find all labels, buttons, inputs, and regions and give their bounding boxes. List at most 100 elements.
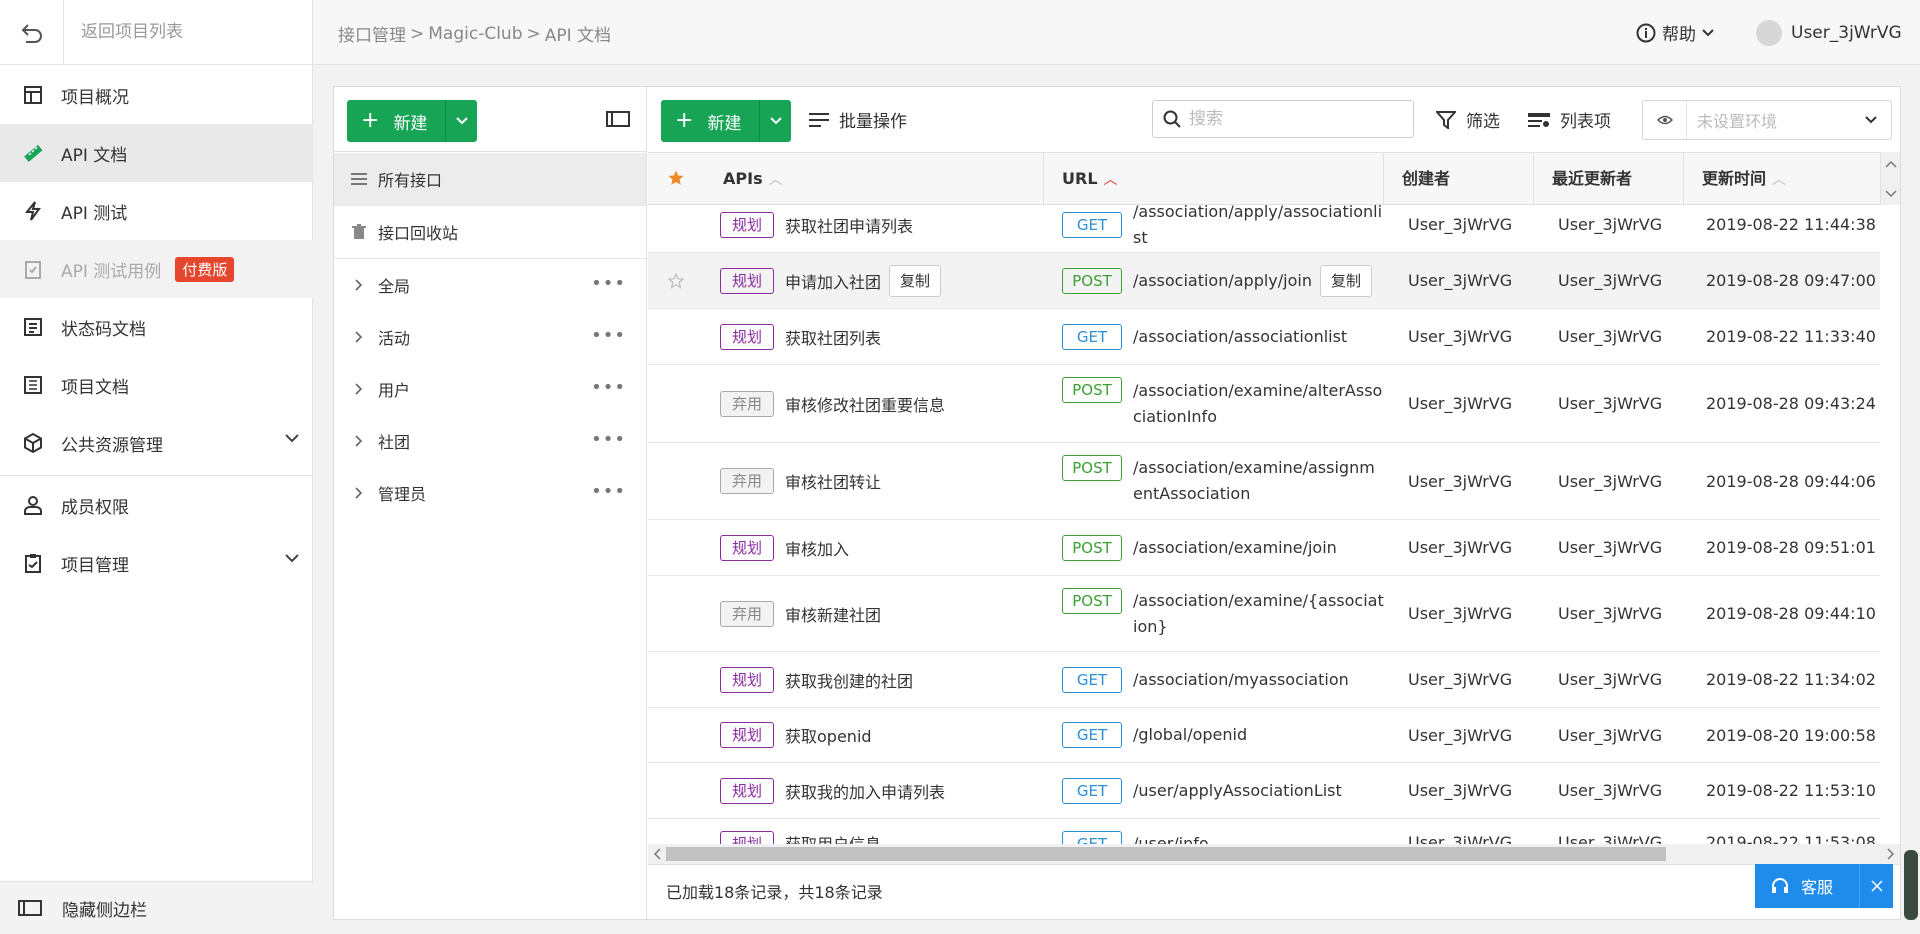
help-menu[interactable]: 帮助 bbox=[1636, 20, 1714, 45]
list-new-dropdown[interactable] bbox=[759, 100, 791, 142]
nav-item-project-docs[interactable]: 项目文档 bbox=[0, 356, 313, 414]
url-cell: GET /user/info bbox=[1062, 819, 1384, 845]
table-row[interactable]: 规划 获取我的加入申请列表 GET /user/applyAssociation… bbox=[648, 763, 1880, 819]
favorite-toggle[interactable] bbox=[668, 253, 698, 308]
url-column-header[interactable]: URL ︿ bbox=[1044, 153, 1384, 204]
customer-service-label: 客服 bbox=[1801, 878, 1834, 897]
tree-new-button[interactable]: + 新建 bbox=[347, 100, 478, 142]
tree-group-activity[interactable]: 活动 ••• bbox=[334, 311, 646, 363]
user-menu[interactable]: User_3jWrVG bbox=[1756, 20, 1902, 46]
search-input[interactable] bbox=[1189, 109, 1389, 129]
table-row[interactable]: 弃用 审核新建社团 POST /association/examine/{ass… bbox=[648, 576, 1880, 652]
plus-icon: + bbox=[361, 108, 380, 133]
api-name[interactable]: 审核修改社团重要信息 bbox=[785, 392, 945, 416]
nav-item-overview[interactable]: 项目概况 bbox=[0, 66, 313, 124]
list-new-main[interactable]: + 新建 bbox=[661, 100, 759, 142]
table-row[interactable]: 规划 申请加入社团 复制 POST /association/apply/joi… bbox=[648, 253, 1880, 309]
creator-cell: User_3jWrVG bbox=[1408, 471, 1513, 491]
chevron-right-icon bbox=[350, 279, 368, 291]
list-new-button[interactable]: + 新建 bbox=[661, 100, 792, 142]
nav-item-project-management[interactable]: 项目管理 bbox=[0, 534, 313, 592]
tree-group-admin[interactable]: 管理员 ••• bbox=[334, 467, 646, 519]
breadcrumb-item[interactable]: Magic-Club bbox=[428, 24, 522, 44]
scroll-left-icon bbox=[653, 848, 661, 860]
sidebar: 返回项目列表 项目概况 API 文档 API 测试 API 测试用例 付费版 状… bbox=[0, 0, 313, 934]
api-name[interactable]: 审核加入 bbox=[785, 536, 849, 560]
environment-select[interactable]: 未设置环境 bbox=[1642, 100, 1892, 140]
time-column-header[interactable]: 更新时间 ︿ bbox=[1684, 153, 1880, 204]
nav-item-public-resources[interactable]: 公共资源管理 bbox=[0, 414, 313, 472]
customer-service-widget[interactable]: 客服 bbox=[1755, 864, 1893, 908]
tree-item-recycle[interactable]: 接口回收站 bbox=[334, 206, 646, 258]
table-row[interactable]: 规划 获取用户信息 GET /user/info User_3jWrVG Use… bbox=[648, 819, 1880, 845]
back-button[interactable] bbox=[0, 0, 64, 65]
horizontal-scrollbar[interactable] bbox=[648, 844, 1900, 864]
api-name[interactable]: 获取用户信息 bbox=[785, 831, 881, 845]
batch-button[interactable]: 批量操作 bbox=[809, 107, 907, 132]
method-badge: GET bbox=[1062, 831, 1122, 845]
eye-icon[interactable] bbox=[1643, 101, 1687, 139]
api-name[interactable]: 获取社团申请列表 bbox=[785, 213, 913, 237]
close-icon[interactable] bbox=[1859, 864, 1893, 908]
back-row[interactable]: 返回项目列表 bbox=[0, 0, 313, 65]
star-column-header[interactable] bbox=[648, 153, 705, 204]
api-name[interactable]: 申请加入社团 bbox=[785, 269, 881, 293]
apis-column-header[interactable]: APIs ︿ bbox=[705, 153, 1044, 204]
more-icon[interactable]: ••• bbox=[591, 273, 626, 294]
user-icon bbox=[22, 494, 44, 516]
table-row[interactable]: 弃用 审核社团转让 POST /association/examine/assi… bbox=[648, 443, 1880, 520]
more-icon[interactable]: ••• bbox=[591, 377, 626, 398]
api-cell: 规划 获取用户信息 bbox=[720, 819, 1044, 845]
table-row[interactable]: 规划 获取社团列表 GET /association/associationli… bbox=[648, 309, 1880, 365]
api-name[interactable]: 审核社团转让 bbox=[785, 469, 881, 493]
api-name[interactable]: 获取我创建的社团 bbox=[785, 668, 913, 692]
api-name[interactable]: 审核新建社团 bbox=[785, 602, 881, 626]
more-icon[interactable]: ••• bbox=[591, 481, 626, 502]
table-row[interactable]: 规划 获取openid GET /global/openid User_3jWr… bbox=[648, 708, 1880, 763]
nav-item-status-codes[interactable]: 状态码文档 bbox=[0, 298, 313, 356]
more-icon[interactable]: ••• bbox=[591, 325, 626, 346]
table-row[interactable]: 规划 获取社团申请列表 GET /association/apply/assoc… bbox=[648, 205, 1880, 253]
copy-name-button[interactable]: 复制 bbox=[889, 264, 942, 297]
table-row[interactable]: 规划 审核加入 POST /association/examine/join U… bbox=[648, 520, 1880, 576]
updater-column-header[interactable]: 最近更新者 bbox=[1534, 153, 1684, 204]
tree-group-club[interactable]: 社团 ••• bbox=[334, 415, 646, 467]
columns-button[interactable]: 列表项 bbox=[1528, 107, 1611, 132]
api-name[interactable]: 获取我的加入申请列表 bbox=[785, 779, 945, 803]
copy-url-button[interactable]: 复制 bbox=[1319, 264, 1372, 297]
creator-cell: User_3jWrVG bbox=[1408, 327, 1513, 346]
panel-toggle-icon[interactable] bbox=[606, 111, 630, 127]
url-cell: POST /association/examine/join bbox=[1062, 520, 1384, 575]
nav-item-members[interactable]: 成员权限 bbox=[0, 476, 313, 534]
nav-item-api-docs[interactable]: API 文档 bbox=[0, 124, 313, 182]
tree-item-all[interactable]: 所有接口 bbox=[334, 153, 646, 205]
vertical-scrollbar[interactable] bbox=[1880, 152, 1900, 205]
nav-item-label: 成员权限 bbox=[61, 497, 129, 518]
tree-group-user[interactable]: 用户 ••• bbox=[334, 363, 646, 415]
side-handle[interactable] bbox=[1904, 850, 1918, 920]
filter-button[interactable]: 筛选 bbox=[1436, 107, 1500, 132]
api-name[interactable]: 获取社团列表 bbox=[785, 325, 881, 349]
creator-cell: User_3jWrVG bbox=[1408, 781, 1513, 800]
search-box[interactable] bbox=[1152, 100, 1414, 138]
creator-cell: User_3jWrVG bbox=[1408, 538, 1513, 557]
status-badge: 弃用 bbox=[720, 468, 775, 494]
api-name[interactable]: 获取openid bbox=[785, 723, 872, 747]
tree-new-main[interactable]: + 新建 bbox=[347, 100, 445, 142]
tree-group-global[interactable]: 全局 ••• bbox=[334, 259, 646, 311]
tree-new-dropdown[interactable] bbox=[445, 100, 477, 142]
status-badge: 规划 bbox=[720, 722, 775, 748]
customer-service-button[interactable]: 客服 bbox=[1755, 864, 1859, 908]
more-icon[interactable]: ••• bbox=[591, 429, 626, 450]
table-row[interactable]: 弃用 审核修改社团重要信息 POST /association/examine/… bbox=[648, 365, 1880, 443]
nav-item-api-test[interactable]: API 测试 bbox=[0, 182, 313, 240]
api-tree: + 新建 所有接口 接口回收站 全局 ••• 活动 ••• 用户 ••• 社团 bbox=[334, 87, 647, 919]
table-row[interactable]: 规划 获取我创建的社团 GET /association/myassociati… bbox=[648, 652, 1880, 708]
creator-column-header[interactable]: 创建者 bbox=[1384, 153, 1534, 204]
nav-item-api-test-cases[interactable]: API 测试用例 付费版 bbox=[0, 240, 313, 298]
method-badge: POST bbox=[1062, 377, 1122, 403]
hide-sidebar-button[interactable]: 隐藏侧边栏 bbox=[0, 881, 313, 934]
scrollbar-thumb[interactable] bbox=[666, 847, 1666, 861]
breadcrumb-item[interactable]: 接口管理 bbox=[338, 21, 406, 46]
time-cell: 2019-08-28 09:44:10 bbox=[1706, 604, 1876, 623]
